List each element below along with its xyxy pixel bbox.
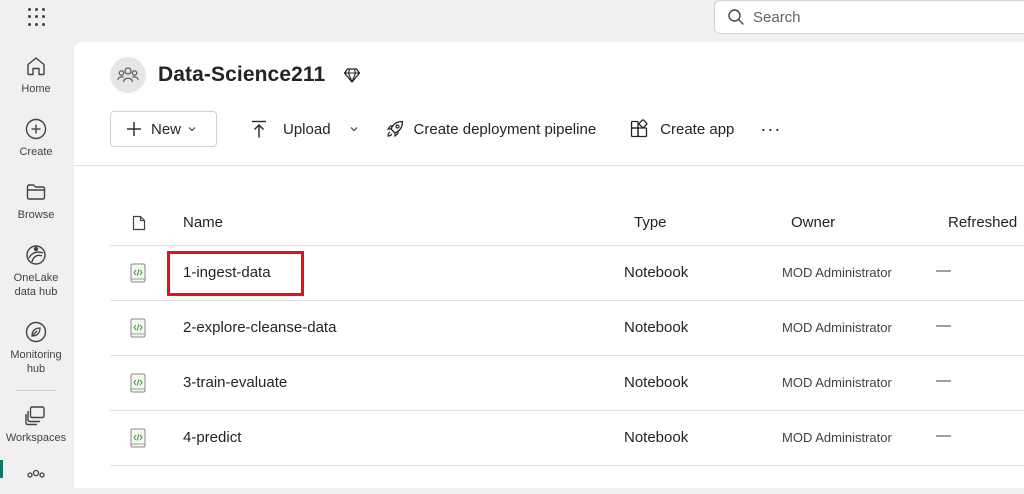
app-launcher-icon[interactable] (26, 6, 48, 28)
header-name[interactable]: Name (183, 214, 223, 231)
nav-workspaces[interactable]: Workspaces (0, 403, 72, 445)
toolbar: New Upload Create deployment pipeline Cr… (110, 111, 781, 147)
notebook-icon (130, 428, 146, 448)
row-name[interactable]: 2-explore-cleanse-data (183, 319, 336, 336)
workspace-title: Data-Science211 (158, 63, 326, 86)
nav-home[interactable]: Home (0, 54, 72, 96)
nav-browse-label: Browse (17, 209, 55, 221)
folder-icon (26, 184, 46, 200)
row-owner: MOD Administrator (782, 265, 892, 280)
premium-diamond-icon[interactable] (343, 66, 361, 84)
table-row[interactable]: 3-train-evaluate Notebook MOD Administra… (110, 356, 1024, 411)
nav-onelake-label-2: data hub (14, 286, 58, 298)
home-icon (27, 57, 45, 76)
row-type: Notebook (624, 429, 689, 446)
nav-monitoring-label-1: Monitoring (10, 349, 62, 361)
left-nav: Home Create Browse OneLake data hub Moni… (0, 42, 74, 478)
plus-icon (127, 122, 141, 136)
workspace-header: Data-Science211 (110, 57, 361, 93)
row-owner: MOD Administrator (782, 320, 892, 335)
items-table: Name Type Owner Refreshed 1-ingest-data … (110, 202, 1024, 466)
search-box[interactable] (714, 0, 1024, 34)
header-refreshed[interactable]: Refreshed (948, 214, 1017, 231)
onelake-icon (26, 245, 46, 265)
workspace-people-icon (117, 67, 139, 83)
row-type: Notebook (624, 374, 689, 391)
row-type: Notebook (624, 319, 689, 336)
create-app-button[interactable]: Create app (629, 119, 734, 139)
nav-divider (16, 390, 56, 391)
row-refreshed: — (936, 317, 951, 334)
nav-create[interactable]: Create (0, 117, 72, 159)
new-button[interactable]: New (110, 111, 217, 147)
table-row[interactable]: 1-ingest-data Notebook MOD Administrator… (110, 246, 1024, 301)
nav-workspaces-label: Workspaces (5, 432, 67, 444)
row-refreshed: — (936, 372, 951, 389)
row-refreshed: — (936, 262, 951, 279)
notebook-icon (130, 318, 146, 338)
row-name[interactable]: 4-predict (183, 429, 241, 446)
upload-button[interactable]: Upload (249, 119, 359, 139)
highlight-box (167, 251, 304, 296)
table-header: Name Type Owner Refreshed (110, 202, 1024, 246)
header-owner[interactable]: Owner (791, 214, 835, 231)
workspace-avatar (110, 57, 146, 93)
search-icon (728, 9, 744, 25)
row-owner: MOD Administrator (782, 375, 892, 390)
main-content: Data-Science211 New Upload Create deploy… (74, 42, 1024, 488)
table-row[interactable]: 4-predict Notebook MOD Administrator — (110, 411, 1024, 466)
chevron-down-icon (350, 127, 357, 132)
workspace-people-icon (27, 469, 45, 478)
upload-icon (252, 120, 266, 138)
nav-browse[interactable]: Browse (0, 180, 72, 222)
rocket-icon (386, 120, 403, 138)
create-deployment-pipeline-button[interactable]: Create deployment pipeline (385, 119, 597, 139)
table-row[interactable]: 2-explore-cleanse-data Notebook MOD Admi… (110, 301, 1024, 356)
upload-label: Upload (283, 120, 331, 138)
nav-monitoring-hub[interactable]: Monitoring hub (0, 320, 72, 376)
create-deployment-pipeline-label: Create deployment pipeline (413, 120, 597, 138)
file-type-icon (132, 215, 146, 231)
row-type: Notebook (624, 264, 689, 281)
row-refreshed: — (936, 427, 951, 444)
header-type[interactable]: Type (634, 214, 667, 231)
plus-circle-icon (25, 118, 47, 140)
top-bar (0, 0, 1024, 42)
nav-monitoring-label-2: hub (26, 363, 46, 375)
monitoring-icon (25, 321, 47, 343)
row-owner: MOD Administrator (782, 430, 892, 445)
search-input[interactable] (753, 8, 953, 26)
notebook-icon (130, 263, 146, 283)
toolbar-divider (74, 165, 1024, 166)
nav-current-workspace[interactable] (0, 466, 72, 494)
new-button-label: New (151, 120, 182, 138)
nav-onelake-data-hub[interactable]: OneLake data hub (0, 243, 72, 299)
notebook-icon (130, 373, 146, 393)
app-icon (631, 119, 648, 138)
chevron-down-icon (188, 127, 196, 132)
more-options-button[interactable]: ··· (760, 119, 781, 140)
create-app-label: Create app (660, 120, 735, 138)
nav-onelake-label-1: OneLake (13, 272, 59, 284)
workspaces-icon (25, 406, 45, 426)
nav-create-label: Create (19, 146, 53, 158)
row-name[interactable]: 3-train-evaluate (183, 374, 287, 391)
nav-home-label: Home (21, 83, 51, 95)
nav-active-indicator (0, 460, 3, 478)
